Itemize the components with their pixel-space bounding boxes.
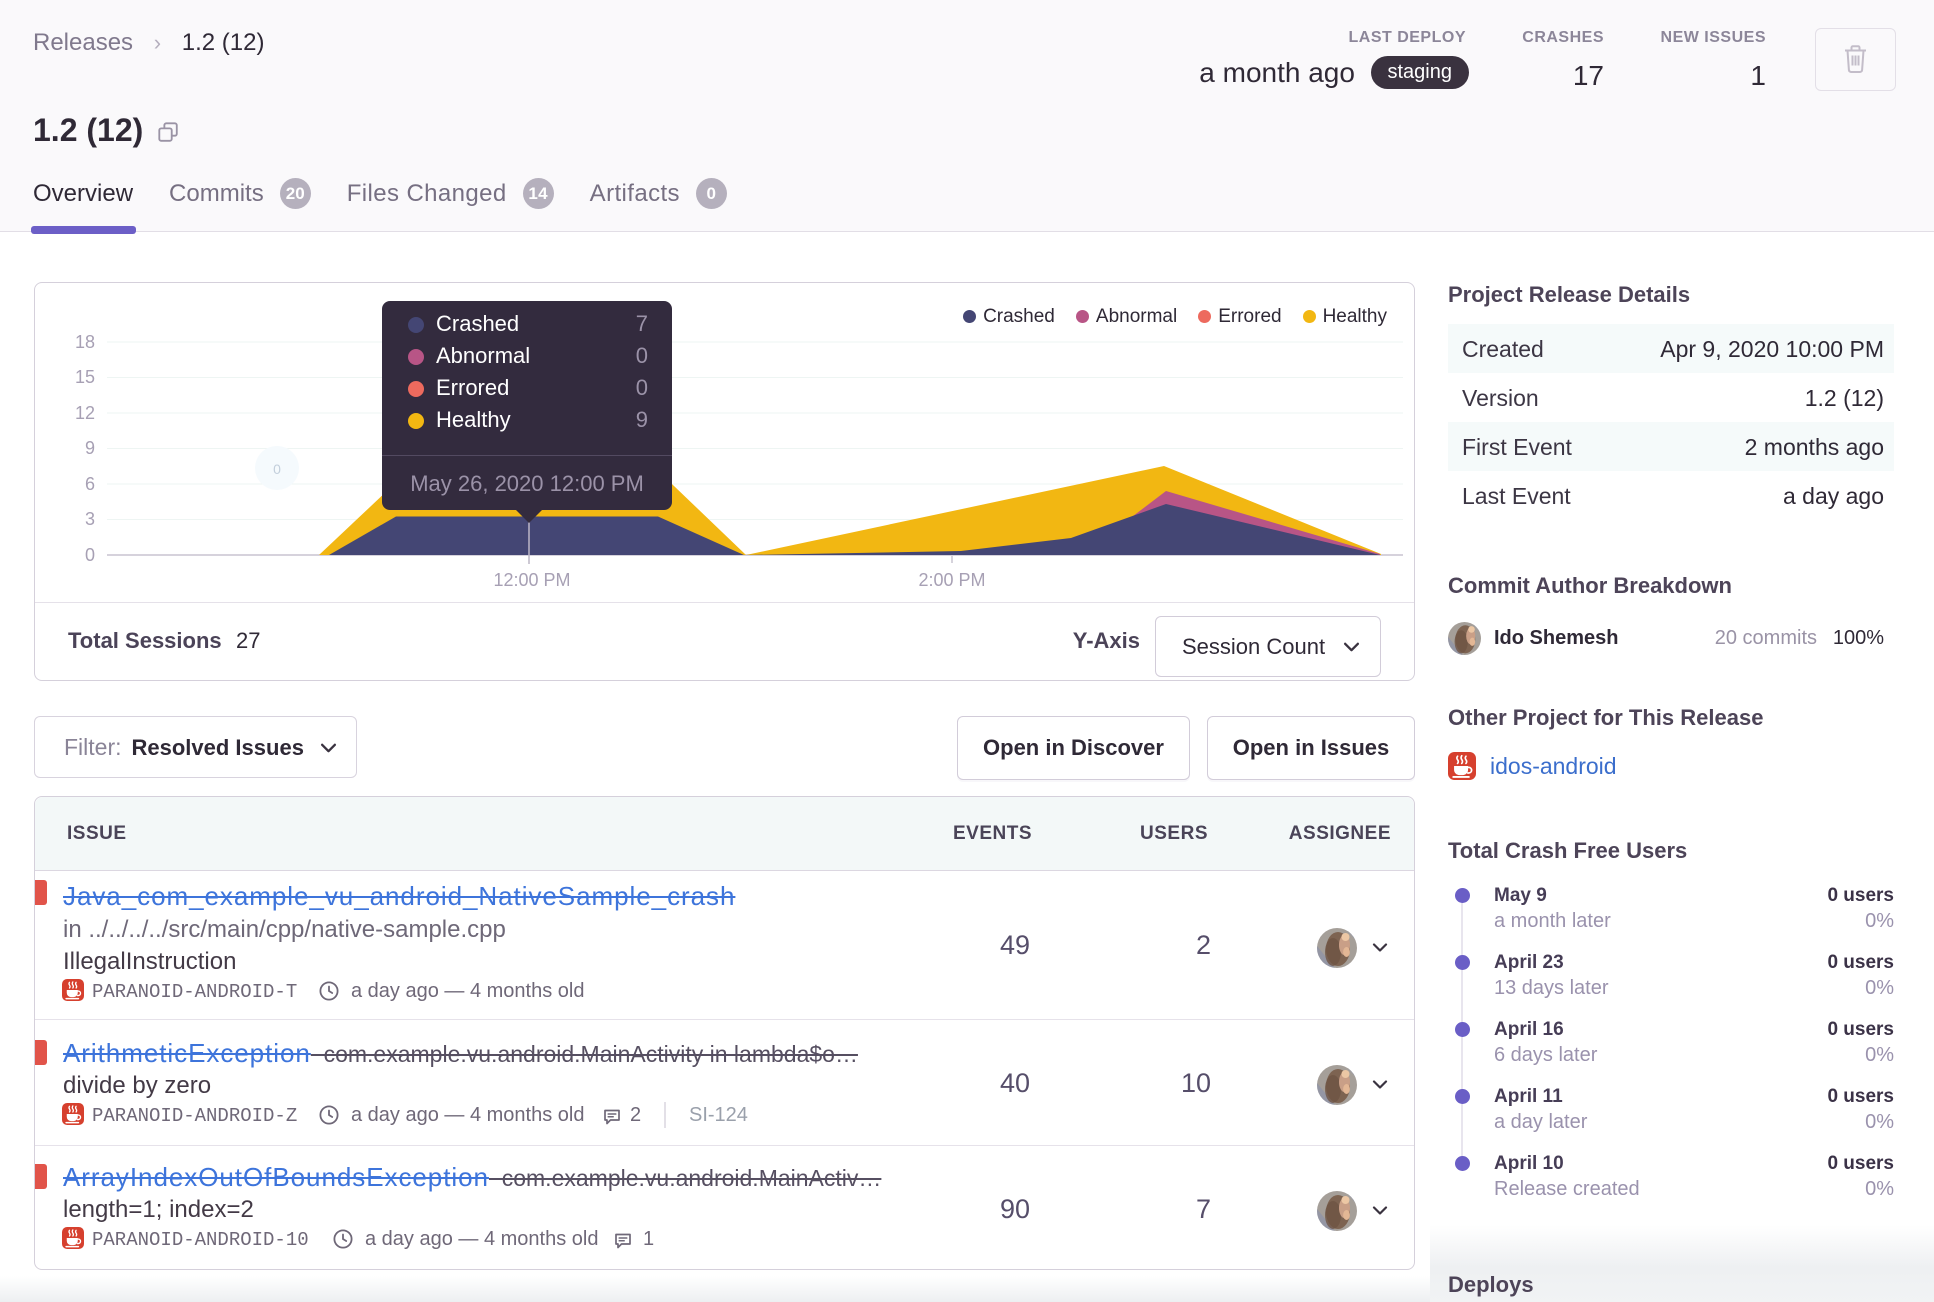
svg-text:9: 9	[85, 438, 95, 458]
svg-text:12:00 PM: 12:00 PM	[493, 570, 570, 590]
svg-text:12: 12	[75, 403, 95, 423]
svg-text:6: 6	[85, 474, 95, 494]
svg-text:0: 0	[85, 545, 95, 565]
svg-text:15: 15	[75, 367, 95, 387]
svg-text:3: 3	[85, 509, 95, 529]
svg-text:0: 0	[273, 461, 281, 477]
svg-text:2:00 PM: 2:00 PM	[918, 570, 985, 590]
svg-text:18: 18	[75, 332, 95, 352]
